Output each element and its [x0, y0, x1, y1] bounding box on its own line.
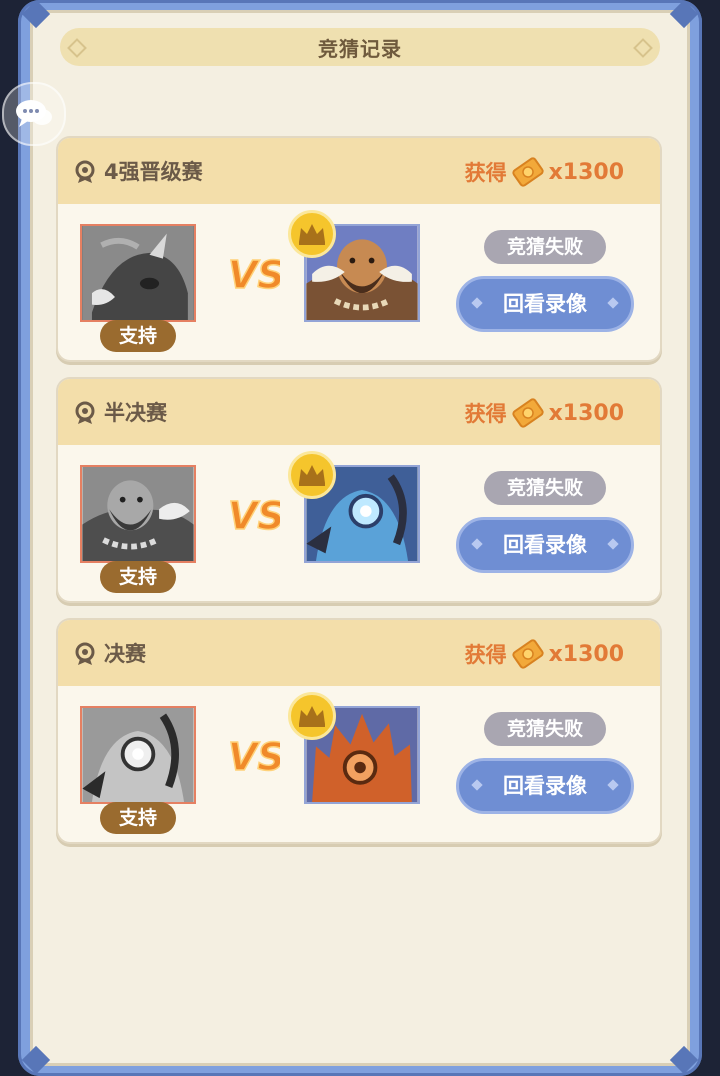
crown-icon	[299, 465, 325, 486]
watch-replay-label: 回看录像	[503, 292, 587, 316]
sparkle-icon	[607, 779, 619, 791]
reward-amount: x1300	[548, 400, 624, 426]
reward-info: 获得 x1300	[465, 395, 624, 431]
ticket-icon	[511, 157, 544, 187]
opponent-team-portrait[interactable]	[288, 451, 422, 565]
match-card-header: 决赛 获得 x1300	[58, 620, 660, 686]
watch-replay-button[interactable]: 回看录像	[456, 517, 634, 573]
ice-golem-portrait-icon	[82, 708, 194, 802]
opponent-team-portrait[interactable]	[288, 692, 422, 806]
supported-team-portrait[interactable]: 支持	[80, 706, 198, 834]
medal-icon	[75, 160, 95, 183]
watch-replay-label: 回看录像	[503, 533, 587, 557]
round-name: 决赛	[104, 642, 146, 666]
support-tag: 支持	[100, 561, 176, 593]
ticket-icon	[511, 398, 544, 428]
reward-info: 获得 x1300	[465, 636, 624, 672]
sparkle-icon	[607, 297, 619, 309]
round-name: 半决赛	[104, 401, 167, 425]
supported-team-portrait[interactable]: 支持	[80, 465, 198, 593]
svg-text:VS: VS	[228, 735, 280, 778]
match-card: 半决赛 获得 x1300 支持 VS 竞猜失败 回看录像	[58, 379, 660, 601]
sparkle-icon	[471, 779, 483, 791]
winner-crown-badge	[288, 210, 336, 258]
match-card-header: 4强晋级赛 获得 x1300	[58, 138, 660, 204]
character-portrait	[80, 465, 196, 563]
svg-text:VS: VS	[228, 494, 280, 537]
reward-label: 获得	[464, 643, 507, 667]
support-tag: 支持	[100, 320, 176, 352]
reward-amount: x1300	[548, 159, 624, 185]
character-portrait	[80, 706, 196, 804]
diamond-ornament-icon	[633, 38, 653, 58]
winner-crown-badge	[288, 692, 336, 740]
opponent-team-portrait[interactable]	[288, 210, 422, 324]
page-title: 竞猜记录	[318, 36, 402, 61]
horned-beast-portrait-icon	[82, 226, 194, 320]
reward-amount: x1300	[548, 641, 624, 667]
sparkle-icon	[471, 297, 483, 309]
vs-icon: VS	[227, 734, 280, 778]
supported-team-portrait[interactable]: 支持	[80, 224, 198, 352]
match-card: 4强晋级赛 获得 x1300 支持 VS 竞猜失败 回看录像	[58, 138, 660, 360]
svg-text:VS: VS	[228, 253, 280, 296]
vs-icon: VS	[227, 252, 280, 296]
bet-result-badge: 竞猜失败	[484, 230, 606, 264]
sparkle-icon	[471, 538, 483, 550]
medal-icon	[75, 401, 95, 424]
crown-icon	[299, 224, 325, 245]
sparkle-icon	[607, 538, 619, 550]
watch-replay-label: 回看录像	[503, 774, 587, 798]
match-card-header: 半决赛 获得 x1300	[58, 379, 660, 445]
character-portrait	[80, 224, 196, 322]
winner-crown-badge	[288, 451, 336, 499]
bet-result-badge: 竞猜失败	[484, 471, 606, 505]
diamond-ornament-icon	[67, 38, 87, 58]
support-tag: 支持	[100, 802, 176, 834]
watch-replay-button[interactable]: 回看录像	[456, 276, 634, 332]
reward-info: 获得 x1300	[465, 154, 624, 190]
bearded-warrior-portrait-icon	[82, 467, 194, 561]
reward-label: 获得	[464, 402, 507, 426]
vs-icon: VS	[227, 493, 280, 537]
chat-bubbles-icon	[16, 100, 52, 127]
bet-result-badge: 竞猜失败	[484, 712, 606, 746]
ticket-icon	[511, 639, 544, 669]
match-card: 决赛 获得 x1300 支持 VS 竞猜失败 回看录像	[58, 620, 660, 842]
reward-label: 获得	[464, 161, 507, 185]
chat-button[interactable]	[2, 82, 66, 146]
medal-icon	[75, 642, 95, 665]
crown-icon	[299, 706, 325, 727]
round-name: 4强晋级赛	[104, 160, 203, 184]
title-bar: 竞猜记录	[60, 28, 660, 66]
watch-replay-button[interactable]: 回看录像	[456, 758, 634, 814]
